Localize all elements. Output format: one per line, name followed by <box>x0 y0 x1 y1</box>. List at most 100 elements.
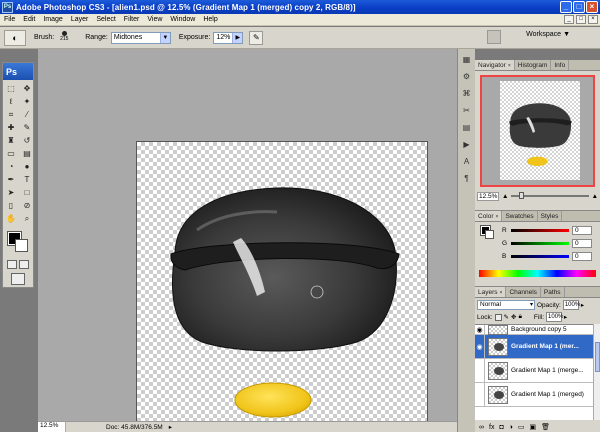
photoshop-app-icon[interactable]: Ps <box>2 1 13 13</box>
type-tool-icon[interactable]: T <box>20 174 34 186</box>
doc-close-button[interactable]: × <box>588 15 598 24</box>
eye-hidden-icon[interactable] <box>475 358 485 383</box>
document-canvas[interactable] <box>136 141 428 432</box>
trash-icon[interactable]: 🗑︎ <box>541 423 550 431</box>
status-zoom-field[interactable]: 12.5% <box>38 422 66 432</box>
doc-restore-button[interactable]: □ <box>576 15 586 24</box>
link-layers-icon[interactable]: ∞ <box>479 424 484 431</box>
doc-minimize-button[interactable]: _ <box>564 15 574 24</box>
screen-mode-icon[interactable] <box>11 273 25 285</box>
chevron-right-icon[interactable]: ▸ <box>581 301 584 309</box>
tab-channels[interactable]: Channels <box>506 287 541 297</box>
channel-slider-g[interactable] <box>511 241 569 245</box>
blur-tool-icon[interactable]: ◔ <box>4 161 18 173</box>
lock-transparency-icon[interactable] <box>494 313 502 321</box>
close-icon[interactable]: × <box>496 214 499 220</box>
slice-tool-icon[interactable]: ⁄ <box>20 109 34 121</box>
slider-knob[interactable] <box>519 192 525 199</box>
eye-icon[interactable]: ◉ <box>475 324 485 335</box>
lock-position-icon[interactable]: ✥ <box>511 313 516 321</box>
channel-slider-b[interactable] <box>511 254 569 258</box>
menu-layer[interactable]: Layer <box>67 16 93 23</box>
channel-value-r[interactable]: 0 <box>572 225 592 235</box>
menu-edit[interactable]: Edit <box>19 16 39 23</box>
eraser-tool-icon[interactable]: ▭ <box>4 148 18 160</box>
quick-mask-icon[interactable] <box>19 260 29 269</box>
menu-window[interactable]: Window <box>166 16 199 23</box>
standard-mode-icon[interactable] <box>7 260 17 269</box>
fill-input[interactable]: 100% <box>546 312 563 322</box>
close-button[interactable]: × <box>586 1 598 13</box>
chevron-right-icon[interactable]: ▸ <box>564 313 567 321</box>
paragraph-icon[interactable]: ¶ <box>461 173 473 185</box>
minimize-button[interactable]: _ <box>560 1 572 13</box>
color-background-swatch[interactable] <box>485 230 494 239</box>
opacity-input[interactable]: 100% <box>562 300 580 310</box>
zoom-out-icon[interactable]: ▲ <box>502 193 508 200</box>
lock-image-icon[interactable]: ✎ <box>504 313 509 321</box>
clone-stamp-tool-icon[interactable]: ♜ <box>4 135 18 147</box>
clone-source-icon[interactable]: ✂ <box>461 105 473 117</box>
close-icon[interactable]: × <box>500 290 503 296</box>
layer-comps-icon[interactable]: ⌘ <box>461 88 473 100</box>
navigator-zoom-value[interactable]: 12.5% <box>477 191 499 201</box>
menu-view[interactable]: View <box>143 16 166 23</box>
channel-slider-r[interactable] <box>511 228 569 232</box>
healing-brush-tool-icon[interactable]: ✚ <box>4 122 18 134</box>
layer-row[interactable]: Gradient Map 1 (merge... <box>475 358 593 383</box>
maximize-button[interactable]: □ <box>573 1 585 13</box>
new-layer-icon[interactable]: ▣ <box>530 423 537 431</box>
marquee-tool-icon[interactable]: ⬚ <box>4 83 18 95</box>
eyedropper-tool-icon[interactable]: ⊘ <box>20 200 34 212</box>
navigator-zoom-slider[interactable] <box>511 192 589 199</box>
path-selection-tool-icon[interactable]: ➤ <box>4 187 18 199</box>
adjustment-layer-icon[interactable]: ◑ <box>509 424 513 431</box>
new-group-icon[interactable]: ▭ <box>518 423 525 431</box>
tab-histogram[interactable]: Histogram <box>515 60 552 70</box>
notes-tool-icon[interactable]: ▯ <box>4 200 18 212</box>
tab-info[interactable]: Info <box>551 60 570 70</box>
brush-tool-icon[interactable]: ✎ <box>20 122 34 134</box>
zoom-in-icon[interactable]: ▲ <box>592 193 598 200</box>
crop-tool-icon[interactable]: ⌗ <box>4 109 18 121</box>
tab-paths[interactable]: Paths <box>541 287 565 297</box>
airbrush-toggle-icon[interactable]: ✎ <box>249 30 264 45</box>
color-spectrum-bar[interactable] <box>479 270 596 277</box>
tab-navigator[interactable]: Navigator × <box>475 60 515 70</box>
move-tool-icon[interactable]: ✥ <box>20 83 34 95</box>
zoom-tool-icon[interactable]: ⌕ <box>20 213 34 225</box>
photoshop-logo[interactable]: Ps <box>3 63 33 80</box>
workspace-button[interactable]: Workspace ▼ <box>526 31 570 38</box>
menu-select[interactable]: Select <box>92 16 119 23</box>
menu-filter[interactable]: Filter <box>120 16 144 23</box>
layer-row[interactable]: Gradient Map 1 (merged) <box>475 382 593 407</box>
actions-icon[interactable]: ▶ <box>461 139 473 151</box>
close-icon[interactable]: × <box>508 63 511 69</box>
menu-help[interactable]: Help <box>199 16 221 23</box>
eye-icon[interactable]: ◉ <box>475 334 485 359</box>
blend-mode-select[interactable]: Normal <box>477 300 535 310</box>
tool-preset-picker[interactable]: ◐ <box>4 29 26 46</box>
history-icon[interactable]: ▤ <box>461 122 473 134</box>
layer-row[interactable]: ◉ Background copy 5 <box>475 324 593 335</box>
brush-picker[interactable]: 215 <box>57 30 71 46</box>
chevron-right-icon[interactable]: ▸ <box>169 423 172 431</box>
background-color-swatch[interactable] <box>15 239 28 252</box>
exposure-input[interactable]: 12% ▶ <box>213 31 244 44</box>
pen-tool-icon[interactable]: ✒ <box>4 174 18 186</box>
navigator-preview[interactable] <box>480 75 595 187</box>
lasso-tool-icon[interactable]: ℓ <box>4 96 18 108</box>
tool-presets-icon[interactable]: ⚙ <box>461 71 473 83</box>
character-icon[interactable]: A <box>461 156 473 168</box>
magic-wand-tool-icon[interactable]: ✦ <box>20 96 34 108</box>
tab-styles[interactable]: Styles <box>538 211 563 221</box>
channel-value-b[interactable]: 0 <box>572 251 592 261</box>
hand-tool-icon[interactable]: ✋ <box>4 213 18 225</box>
tab-layers[interactable]: Layers × <box>475 287 507 297</box>
dodge-tool-icon[interactable]: ● <box>20 161 34 173</box>
brushes-panel-icon[interactable]: ▦ <box>461 54 473 66</box>
layer-row-selected[interactable]: ◉ Gradient Map 1 (mer... <box>475 334 593 359</box>
lock-all-icon[interactable]: 🔒︎ <box>518 313 521 321</box>
shape-tool-icon[interactable]: □ <box>20 187 34 199</box>
range-select[interactable]: Midtones ▼ <box>110 31 171 44</box>
